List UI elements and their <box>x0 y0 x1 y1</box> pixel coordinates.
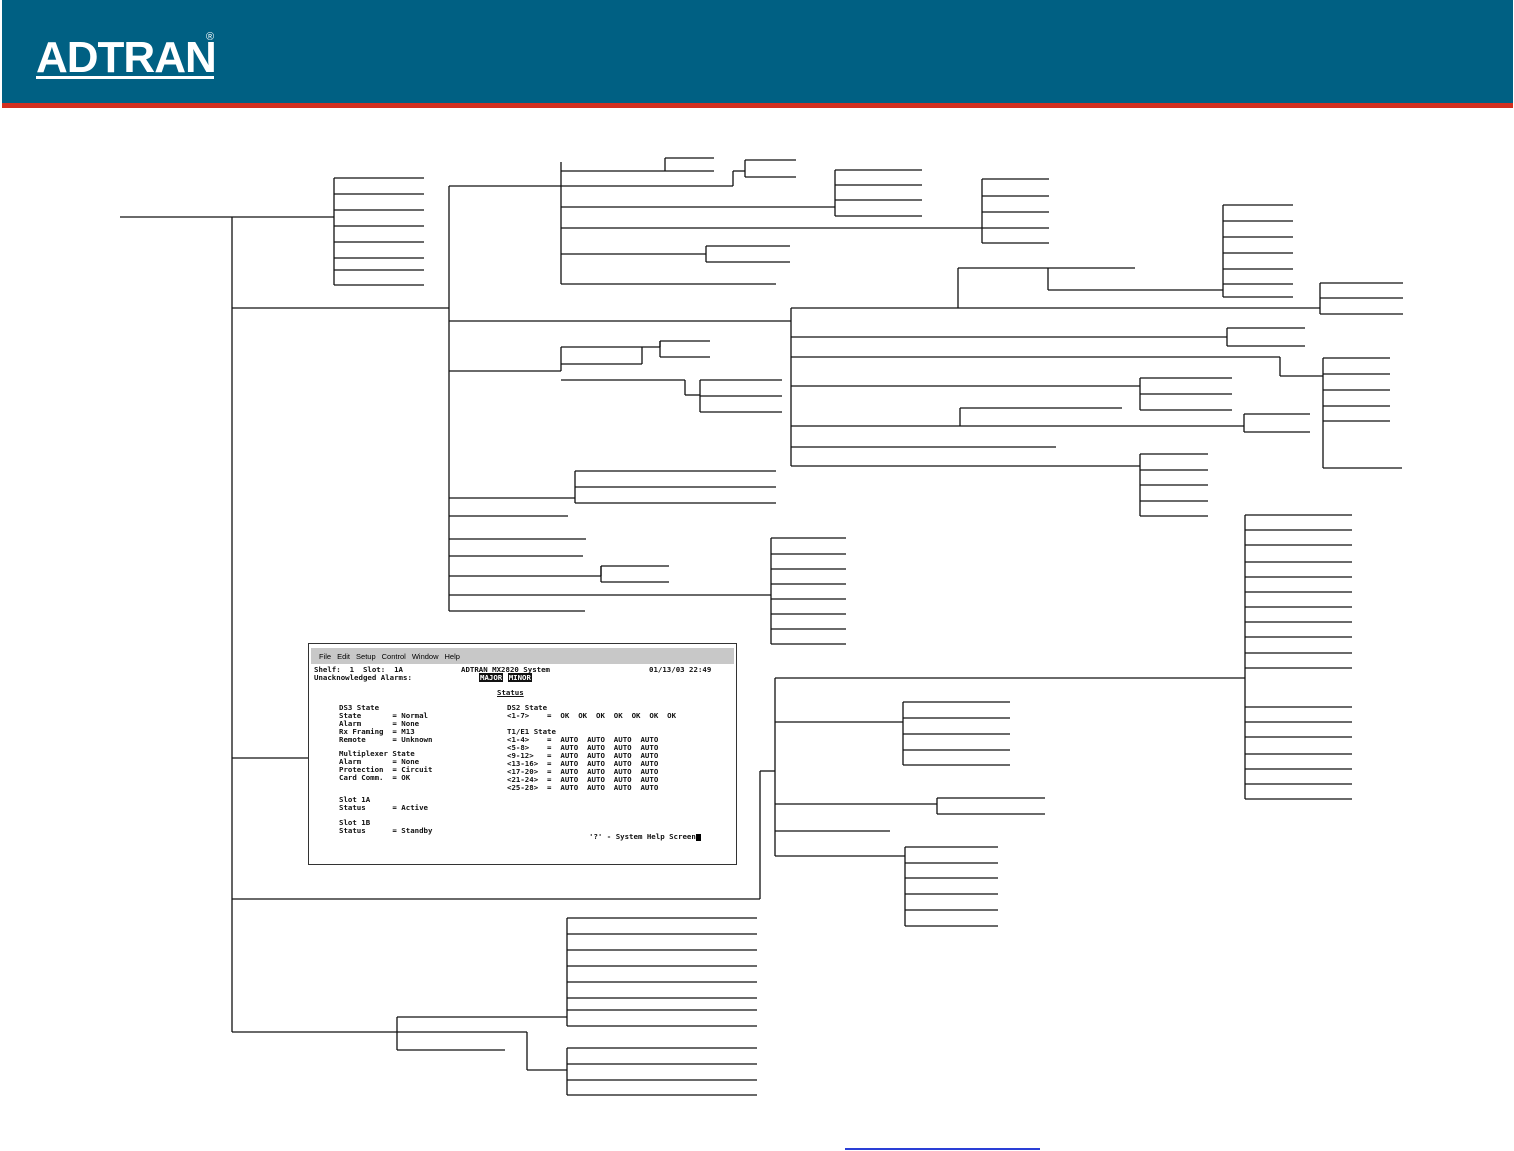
terminal-screen-capture: File Edit Setup Control Window Help Shel… <box>308 643 737 865</box>
mux-row: Card Comm. = OK <box>339 773 411 782</box>
status-title: Status <box>497 688 524 697</box>
alarm-badges: MAJOR MINOR <box>479 673 532 682</box>
datetime: 01/13/03 22:49 <box>649 665 712 674</box>
menu-file: File <box>319 651 332 661</box>
terminal-menubar: File Edit Setup Control Window Help <box>311 648 734 664</box>
t1e1-row: <25-28> = AUTO AUTO AUTO AUTO <box>507 783 659 792</box>
slot1b-row: Status = Standby <box>339 826 433 835</box>
alarms-label: Unacknowledged Alarms: <box>314 673 412 682</box>
help-hint: '?' - System Help Screen <box>589 833 701 841</box>
footer-link-underline[interactable] <box>845 1148 1040 1150</box>
cursor-block <box>695 833 701 841</box>
slot1a-row: Status = Active <box>339 803 428 812</box>
alarm-minor-badge: MINOR <box>507 673 532 682</box>
ds3-row: Remote = Unknown <box>339 735 433 744</box>
menu-edit: Edit <box>337 651 351 661</box>
ds2-row: <1-7> = OK OK OK OK OK OK OK <box>507 711 677 720</box>
menu-tree-diagram <box>120 157 1403 1096</box>
menu-control: Control <box>381 651 406 661</box>
menu-setup: Setup <box>356 651 376 661</box>
help-hint-text: '?' - System Help Screen <box>589 832 696 841</box>
menu-window: Window <box>411 651 439 661</box>
menu-help: Help <box>444 651 460 661</box>
alarm-major-badge: MAJOR <box>479 673 504 682</box>
